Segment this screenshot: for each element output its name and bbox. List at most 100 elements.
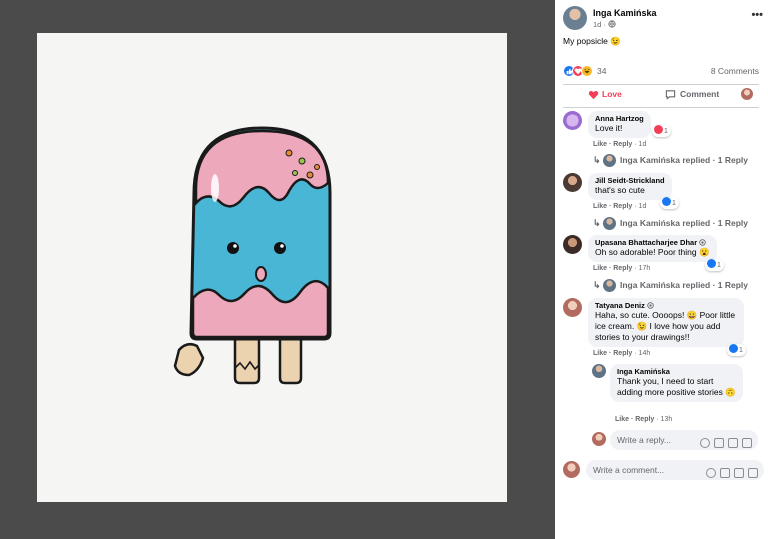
commenter-name-text[interactable]: Tatyana Deniz <box>595 301 645 310</box>
composer-icons <box>696 435 752 453</box>
replier-avatar <box>603 217 616 230</box>
reaction-count: 34 <box>597 66 607 76</box>
comment-actions: Like · Reply · 13h <box>615 416 672 423</box>
camera-icon[interactable] <box>714 438 724 448</box>
profile-avatar <box>592 432 606 446</box>
gif-icon[interactable] <box>734 468 744 478</box>
post-caption: My popsicle 😉 <box>563 36 621 46</box>
top-fan-badge-icon <box>647 302 654 309</box>
emoji-icon[interactable] <box>706 468 716 478</box>
reply-link[interactable]: Reply <box>613 350 632 357</box>
reply-placeholder: Write a reply... <box>617 435 672 445</box>
more-options-button[interactable]: ••• <box>751 9 763 21</box>
comment-actions: Like · Reply · 17h <box>593 265 650 272</box>
comment-reactions[interactable]: 1 <box>727 344 746 356</box>
comment-actions: Like · Reply · 1d <box>593 141 646 148</box>
comment-text: Oh so adorable! Poor thing 😮 <box>595 247 710 257</box>
comment-time[interactable]: 17h <box>639 265 651 272</box>
like-link[interactable]: Like <box>593 265 607 272</box>
post-photo[interactable] <box>37 33 507 502</box>
post-actions: Love Comment <box>563 86 759 106</box>
commenter-name: Tatyana Deniz <box>595 301 737 310</box>
reply-arrow-icon: ↳ <box>593 280 601 290</box>
post-header: Inga Kamińska 1d · ••• <box>563 6 763 32</box>
haha-icon <box>581 65 593 77</box>
profile-avatar[interactable] <box>741 88 753 100</box>
replies-summary: Inga Kamińska replied · 1 Reply <box>620 155 749 165</box>
commenter-avatar[interactable] <box>563 298 582 317</box>
comment-input[interactable]: Write a comment... <box>586 460 764 480</box>
comment-bubble: Tatyana Deniz Haha, so cute. Oooops! 😀 P… <box>588 298 744 347</box>
popsicle-drawing <box>37 33 507 502</box>
author-avatar[interactable] <box>563 6 587 30</box>
like-link[interactable]: Like <box>593 141 607 148</box>
comment-icon <box>665 90 676 100</box>
comment-bubble: Upasana Bhattacharjee Dhar Oh so adorabl… <box>588 235 717 262</box>
author-name[interactable]: Inga Kamińska <box>593 8 657 18</box>
comment-composer: Write a comment... <box>563 460 764 480</box>
photo-viewer <box>0 0 555 539</box>
reaction-count: 1 <box>739 347 743 354</box>
replier-avatar <box>603 279 616 292</box>
reply-link[interactable]: Reply <box>613 265 632 272</box>
comment-count-link[interactable]: 8 Comments <box>711 66 759 76</box>
replies-summary: Inga Kamińska replied · 1 Reply <box>620 218 749 228</box>
like-link[interactable]: Like <box>593 203 607 210</box>
reaction-summary[interactable]: 34 8 Comments <box>563 65 759 79</box>
replies-summary: Inga Kamińska replied · 1 Reply <box>620 280 749 290</box>
replier-avatar <box>603 154 616 167</box>
reply-composer: Write a reply... <box>592 430 762 450</box>
comment-button[interactable]: Comment <box>680 89 719 99</box>
reply-link[interactable]: Reply <box>613 141 632 148</box>
like-link[interactable]: Like <box>615 416 629 423</box>
commenter-avatar[interactable] <box>563 111 582 130</box>
comment-bubble: Jill Seidt-Strickland that's so cute <box>588 173 672 200</box>
profile-avatar <box>563 461 580 478</box>
reply-link[interactable]: Reply <box>635 416 654 423</box>
comment-time[interactable]: 1d <box>639 203 647 210</box>
sticker-icon[interactable] <box>742 438 752 448</box>
commenter-name-text[interactable]: Upasana Bhattacharjee Dhar <box>595 238 697 247</box>
comment-time[interactable]: 14h <box>639 350 651 357</box>
commenter-name[interactable]: Anna Hartzog <box>595 114 644 123</box>
reaction-count: 1 <box>672 200 676 207</box>
like-icon <box>729 344 738 353</box>
commenter-avatar[interactable] <box>563 235 582 254</box>
globe-icon <box>608 20 616 28</box>
gif-icon[interactable] <box>728 438 738 448</box>
love-icon <box>654 125 663 134</box>
emoji-icon[interactable] <box>700 438 710 448</box>
comment-text: Thank you, I need to start adding more p… <box>617 376 736 397</box>
comment-text: that's so cute <box>595 185 645 195</box>
comment-reactions[interactable]: 1 <box>705 259 724 271</box>
top-fan-badge-icon <box>699 239 706 246</box>
reply-arrow-icon: ↳ <box>593 155 601 165</box>
commenter-name[interactable]: Jill Seidt-Strickland <box>595 176 665 185</box>
commenter-name: Upasana Bhattacharjee Dhar <box>595 238 710 247</box>
love-button[interactable]: Love <box>602 89 622 99</box>
comment-text: Haha, so cute. Oooops! 😀 Poor little ice… <box>595 310 736 342</box>
love-icon <box>588 90 599 100</box>
comment-reactions[interactable]: 1 <box>652 125 671 137</box>
camera-icon[interactable] <box>720 468 730 478</box>
sticker-icon[interactable] <box>748 468 758 478</box>
reply-link[interactable]: Reply <box>613 203 632 210</box>
replier-avatar[interactable] <box>592 364 606 378</box>
like-link[interactable]: Like <box>593 350 607 357</box>
comment-time[interactable]: 1d <box>639 141 647 148</box>
comment-actions: Like · Reply · 14h <box>593 350 650 357</box>
composer-icons <box>702 465 758 483</box>
comment-bubble: Inga Kamińska Thank you, I need to start… <box>610 364 743 402</box>
commenter-name[interactable]: Inga Kamińska <box>617 367 736 376</box>
comment-placeholder: Write a comment... <box>593 465 665 475</box>
divider <box>563 107 759 108</box>
reply-input[interactable]: Write a reply... <box>610 430 758 450</box>
comment-reactions[interactable]: 1 <box>660 197 679 209</box>
comment-time[interactable]: 13h <box>661 416 673 423</box>
post-time[interactable]: 1d · <box>593 20 608 29</box>
divider <box>563 84 759 85</box>
commenter-avatar[interactable] <box>563 173 582 192</box>
comment-actions: Like · Reply · 1d <box>593 203 646 210</box>
comment-text: Love it! <box>595 123 623 133</box>
comment-bubble: Anna Hartzog Love it! <box>588 111 651 138</box>
